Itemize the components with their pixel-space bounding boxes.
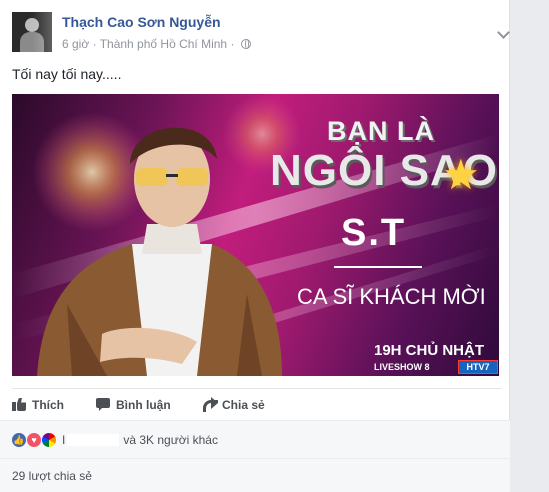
author-name[interactable]: Thạch Cao Sơn Nguyễn <box>62 14 221 30</box>
shares-row: 29 lượt chia sẻ <box>0 458 510 492</box>
post-card: Thạch Cao Sơn Nguyễn 6 giờ · Thành phố H… <box>0 0 510 492</box>
reactions-text[interactable]: Ivà 3K người khác <box>62 433 218 447</box>
post-meta: 6 giờ · Thành phố Hồ Chí Minh · <box>62 37 251 51</box>
avatar-light <box>32 12 52 52</box>
like-reaction-icon: 👍 <box>11 432 27 448</box>
banner-airtime: 19H CHỦ NHẬT <box>374 342 485 359</box>
reactor-initial: I <box>62 433 66 447</box>
author-avatar[interactable] <box>12 12 52 52</box>
action-bar: Thích Bình luận Chia sẻ <box>12 388 502 418</box>
share-arrow-icon <box>202 397 218 412</box>
comment-icon <box>96 397 112 411</box>
post-text: Tối nay tối nay..... <box>12 66 122 82</box>
post-header: Thạch Cao Sơn Nguyễn 6 giờ · Thành phố H… <box>12 12 502 54</box>
page-background <box>511 0 549 492</box>
banner-title-line1: BẠN LÀ <box>327 116 435 146</box>
chevron-down-icon[interactable] <box>498 28 508 38</box>
thumbs-up-icon <box>12 397 28 411</box>
share-label: Chia sẻ <box>222 398 265 412</box>
post-image[interactable]: BẠN LÀ NGÔI SAO ★ S.T CA SĨ KHÁCH MỜI 19… <box>12 94 499 376</box>
star-icon: ★ <box>442 151 480 198</box>
banner-role: CA SĨ KHÁCH MỜI <box>297 284 486 309</box>
channel-logo: HTV7 <box>458 360 498 374</box>
comment-label: Bình luận <box>116 398 171 412</box>
reactions-summary[interactable]: 👍 ♥ Ivà 3K người khác <box>0 420 510 458</box>
banner-liveshow: LIVESHOW 8 <box>374 362 430 372</box>
globe-icon[interactable] <box>240 39 251 49</box>
banner-divider <box>334 266 422 268</box>
post-time[interactable]: 6 giờ <box>62 37 89 51</box>
share-count[interactable]: 29 lượt chia sẻ <box>12 469 92 483</box>
like-label: Thích <box>32 398 64 412</box>
reactions-count-text: và 3K người khác <box>123 433 218 447</box>
meta-separator: · <box>92 37 97 51</box>
love-reaction-icon: ♥ <box>26 432 42 448</box>
pride-reaction-icon <box>41 432 57 448</box>
meta-separator-2: · <box>230 37 235 51</box>
post-location[interactable]: Thành phố Hồ Chí Minh <box>100 37 227 51</box>
redacted-name <box>67 434 120 446</box>
banner-artist: S.T <box>341 212 407 254</box>
